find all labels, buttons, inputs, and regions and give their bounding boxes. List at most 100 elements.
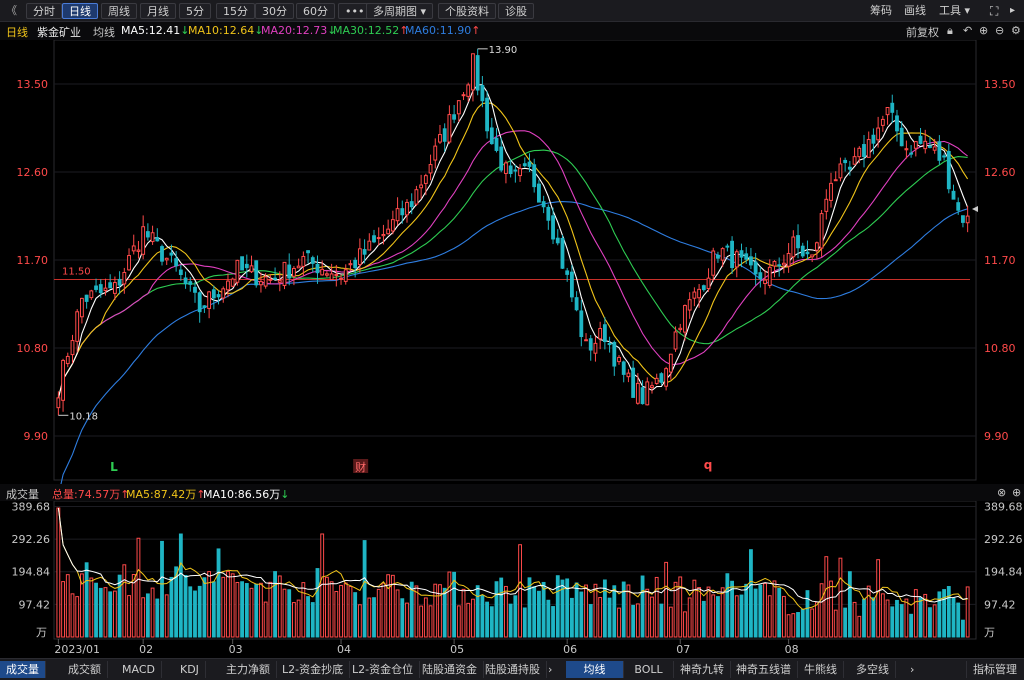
multi-period-button[interactable]: 多周期图 ▾ [366, 3, 434, 19]
event-marker-financial: 财 [355, 460, 366, 474]
tab-l2-position[interactable]: L2-资金仓位 [346, 661, 421, 678]
candle-up [263, 276, 268, 287]
tab-volume[interactable]: 成交量 [0, 661, 46, 678]
tab-weekly[interactable]: 周线 [101, 3, 137, 19]
tab-turnover[interactable]: 成交额 [62, 661, 108, 678]
candle-down [569, 271, 574, 298]
volume-bar-up [810, 608, 815, 638]
indicator-manage-button[interactable]: 指标管理 [966, 661, 1023, 678]
close-icon[interactable]: ⊗ [997, 486, 1006, 499]
back-icon[interactable]: 《 [6, 3, 17, 19]
expand-icon[interactable]: ⛶ [990, 3, 998, 19]
volume-bar-down [372, 597, 376, 638]
volume-chart[interactable]: 389.68 292.26 194.84 97.42 万 389.68 292.26 194… [0, 501, 1024, 658]
volume-ma10: MA10:86.56万↓ [203, 486, 289, 502]
tab-15min[interactable]: 15分 [216, 3, 255, 19]
volume-bar-down [84, 562, 89, 638]
add-icon[interactable]: ⊕ [1012, 486, 1021, 499]
tab-boll[interactable]: BOLL [624, 661, 674, 678]
stock-info-button[interactable]: 个股资料 [438, 3, 496, 19]
volume-bar-down [197, 585, 202, 638]
volume-bar-up [635, 603, 640, 638]
volume-bar-down [508, 603, 513, 638]
volume-bar-down [183, 574, 188, 638]
adjust-button[interactable]: 前复权 [906, 24, 939, 40]
tab-fenshi[interactable]: 分时 [26, 3, 62, 19]
candle-down [287, 264, 292, 279]
volume-bar-down [744, 583, 749, 638]
next-tabs-icon[interactable]: › [542, 661, 558, 678]
candle-down [362, 249, 367, 255]
tab-main-net[interactable]: 主力净额 [220, 661, 277, 678]
volume-bar-up [814, 601, 819, 638]
candle-up [376, 237, 381, 240]
volume-bar-down [843, 607, 848, 638]
ma5-value: MA5:12.41↓ [121, 24, 189, 37]
undo-icon[interactable]: ↶ [963, 24, 972, 37]
candle-up [164, 257, 169, 261]
tab-l2-bottom[interactable]: L2-资金抄底 [276, 661, 351, 678]
tab-hk-connect-holdings[interactable]: 陆股通持股 [479, 661, 547, 678]
tab-daily[interactable]: 日线 [62, 3, 98, 19]
candle-up [833, 179, 838, 182]
tab-macd[interactable]: MACD [116, 661, 162, 678]
date-label: 03 [229, 643, 243, 656]
volume-bar-down [155, 598, 160, 638]
tab-kdj[interactable]: KDJ [174, 661, 206, 678]
next-right-tabs-icon[interactable]: › [904, 661, 920, 678]
tab-magic-nine[interactable]: 神奇九转 [674, 661, 731, 678]
volume-bar-up [136, 537, 141, 638]
volume-bar-down [946, 586, 951, 638]
candle-up [65, 355, 70, 365]
lock-icon[interactable]: 🔒︎ [947, 24, 953, 38]
tab-bull-bear[interactable]: 牛熊线 [798, 661, 844, 678]
volume-bar-down [353, 592, 358, 638]
candle-down [494, 137, 499, 151]
candle-down [579, 310, 584, 338]
tab-monthly[interactable]: 月线 [140, 3, 176, 19]
volume-bar-up [678, 576, 683, 638]
draw-line-button[interactable]: 画线 [904, 3, 926, 19]
date-label: 04 [337, 643, 351, 656]
volume-bar-down [145, 593, 150, 638]
volume-bar-down [202, 577, 207, 638]
tools-button[interactable]: 工具 ▾ [939, 3, 970, 19]
candle-down [555, 237, 560, 244]
volume-ma5: MA5:87.42万↑ [126, 486, 205, 502]
diagnose-button[interactable]: 诊股 [498, 3, 534, 19]
candle-up [711, 250, 716, 276]
settings-icon[interactable]: ⚙ [1011, 24, 1021, 37]
avg-line-label[interactable]: 均线 [93, 24, 115, 40]
sidebar-toggle-icon[interactable]: ▸ [1010, 3, 1015, 19]
tab-ma-overlay[interactable]: 均线 [566, 661, 624, 678]
volume-bar-down [240, 581, 245, 638]
volume-bar-up [456, 605, 461, 638]
candle-down [928, 145, 932, 148]
candle-up [405, 201, 409, 216]
chip-button[interactable]: 筹码 [870, 3, 892, 19]
volume-bar-down [701, 600, 706, 638]
candle-down [306, 250, 310, 254]
tab-30min[interactable]: 30分 [255, 3, 294, 19]
zoom-out-icon[interactable]: ⊖ [995, 24, 1004, 37]
zoom-in-icon[interactable]: ⊕ [979, 24, 988, 37]
tab-hk-connect-funds[interactable]: 陆股通资金 [416, 661, 484, 678]
price-chart[interactable]: 13.50 12.60 11.70 10.80 9.90 13.50 12.60 11.70… [0, 40, 1024, 484]
tab-5min[interactable]: 5分 [179, 3, 211, 19]
candle-down [452, 114, 457, 120]
volume-bar-down [94, 582, 98, 638]
tab-magic-five[interactable]: 神奇五线谱 [730, 661, 798, 678]
tab-60min[interactable]: 60分 [296, 3, 335, 19]
volume-bar-up [447, 571, 452, 638]
stock-name[interactable]: 紫金矿业 [37, 24, 81, 40]
volume-bar-up [249, 587, 254, 638]
candle-up [598, 328, 603, 340]
volume-tick-left: 389.68 [12, 501, 51, 513]
volume-bar-up [343, 582, 348, 638]
volume-title[interactable]: 成交量 [6, 486, 39, 502]
volume-bar-down [777, 588, 782, 638]
volume-bar-up [348, 586, 353, 638]
volume-bar-up [645, 588, 650, 638]
tab-long-short[interactable]: 多空线 [850, 661, 896, 678]
candle-up [277, 280, 282, 283]
